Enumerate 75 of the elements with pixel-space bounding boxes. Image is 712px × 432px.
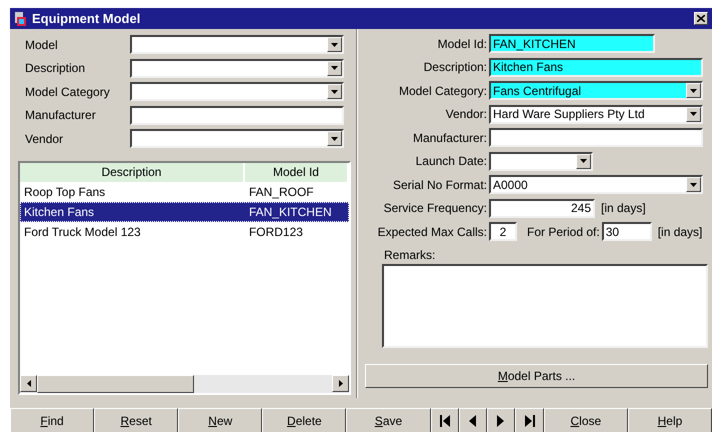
navigation-button[interactable] <box>458 408 488 432</box>
dropdown-field[interactable]: Hard Ware Suppliers Pty Ltd <box>489 104 703 124</box>
field-label: Expected Max Calls: <box>376 224 487 239</box>
navigation-button[interactable] <box>430 408 459 432</box>
dropdown-field[interactable] <box>130 82 344 102</box>
horizontal-scrollbar[interactable] <box>20 374 349 392</box>
table-cell-text: FAN_KITCHEN <box>248 204 333 218</box>
input-field[interactable] <box>130 106 344 125</box>
field-label: Vendor: <box>444 107 487 122</box>
field-label: Model <box>25 38 59 52</box>
previous-record-icon <box>468 415 478 427</box>
field-label: Launch Date: <box>414 154 487 168</box>
toolbar-button[interactable]: Help <box>628 408 712 432</box>
dropdown-arrow-icon[interactable] <box>690 88 697 93</box>
table-cell-text: FORD123 <box>248 224 304 238</box>
field-label: Description <box>25 61 86 76</box>
dropdown-arrow-icon[interactable] <box>690 112 697 116</box>
close-button[interactable] <box>694 12 708 25</box>
input-field[interactable]: Kitchen Fans <box>489 58 703 77</box>
dropdown-field[interactable] <box>130 35 344 54</box>
dropdown-field[interactable]: Fans Centrifugal <box>489 81 703 100</box>
dropdown-field[interactable] <box>130 129 344 148</box>
dropdown-arrow-icon[interactable] <box>331 90 338 94</box>
model-parts-button[interactable]: Model Parts ... <box>365 364 708 388</box>
first-record-icon <box>440 415 450 427</box>
close-icon[interactable] <box>697 15 705 22</box>
toolbar-button[interactable]: Delete <box>262 408 346 432</box>
next-record-icon <box>496 415 506 427</box>
table-cell-text: Ford Truck Model 123 <box>23 224 142 238</box>
field-label: Model Category <box>25 84 111 99</box>
remarks-field[interactable] <box>382 264 708 348</box>
list-row[interactable]: Kitchen Fans FAN_KITCHEN <box>20 202 349 222</box>
input-field[interactable]: FAN_KITCHEN <box>489 34 655 54</box>
field-label: Remarks: <box>384 248 436 262</box>
input-field[interactable]: 245 <box>489 198 595 218</box>
dropdown-field[interactable] <box>489 152 593 171</box>
toolbar-button[interactable]: Close <box>544 408 628 432</box>
input-field[interactable] <box>489 128 703 148</box>
dropdown-arrow-icon[interactable] <box>580 159 587 164</box>
navigation-button[interactable] <box>487 408 516 432</box>
dropdown-arrow-icon[interactable] <box>690 182 697 187</box>
dropdown-field[interactable]: A0000 <box>489 175 703 194</box>
window-icon <box>14 12 26 26</box>
list-row[interactable]: Roop Top Fans FAN_ROOF <box>20 182 349 202</box>
field-label: Model Id: <box>436 36 487 51</box>
last-record-icon <box>524 415 535 427</box>
field-label: Serial No Format: <box>392 178 487 192</box>
dropdown-arrow-icon[interactable] <box>331 136 338 141</box>
toolbar-button[interactable]: Reset <box>94 408 178 432</box>
field-label: Description: <box>422 60 487 74</box>
column-header[interactable]: Description <box>20 162 245 182</box>
toolbar-button[interactable]: Find <box>10 408 94 432</box>
scroll-left-icon[interactable] <box>26 380 30 386</box>
column-header[interactable]: Model Id <box>244 162 349 182</box>
field-label: Vendor <box>25 132 64 146</box>
table-cell-text: FAN_ROOF <box>248 184 315 198</box>
input-field[interactable]: 2 <box>489 222 517 242</box>
dropdown-field[interactable] <box>130 58 344 78</box>
table-cell-text: Kitchen Fans <box>23 204 96 218</box>
toolbar-button[interactable]: Save <box>346 408 431 432</box>
unit-label: [in days] <box>601 201 646 216</box>
field-label: Service Frequency: <box>382 201 487 216</box>
toolbar-button[interactable]: New <box>178 408 262 432</box>
window-title: Equipment Model <box>32 11 142 26</box>
navigation-button[interactable] <box>515 408 544 432</box>
dropdown-arrow-icon[interactable] <box>331 42 338 47</box>
field-label: Manufacturer <box>25 108 97 122</box>
unit-label: [in days] <box>658 224 702 239</box>
input-field[interactable]: 30 <box>602 222 652 242</box>
table-cell-text: Roop Top Fans <box>23 184 106 198</box>
field-label: For Period of: <box>527 224 600 239</box>
dropdown-arrow-icon[interactable] <box>331 66 338 70</box>
field-label: Model Category: <box>398 84 487 98</box>
scroll-right-icon[interactable] <box>338 380 342 386</box>
field-label: Manufacturer: <box>412 130 487 145</box>
